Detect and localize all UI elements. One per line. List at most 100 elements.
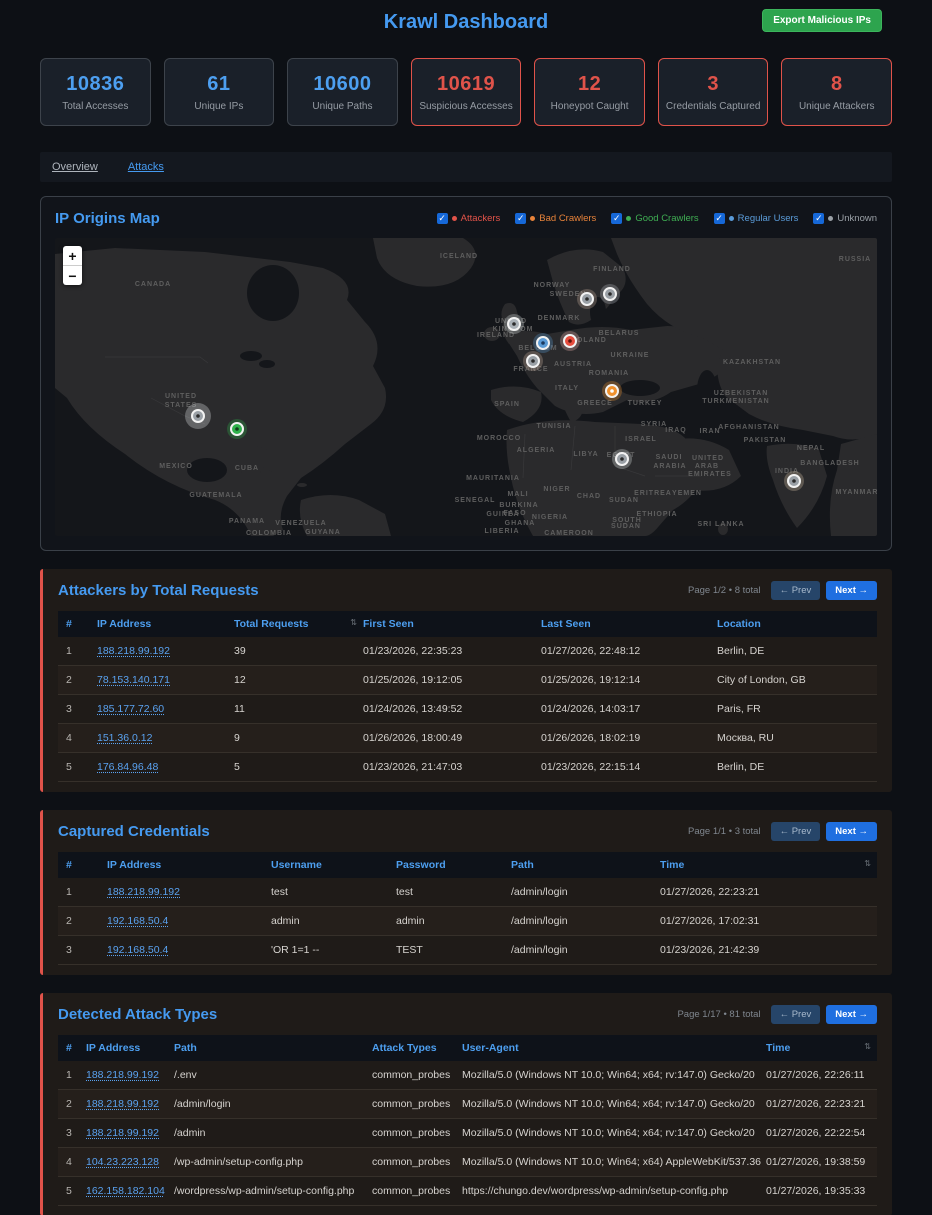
credentials-section: Captured Credentials Page 1/1 • 3 total … — [40, 810, 892, 975]
table-row: 4151.36.0.12901/26/2026, 18:00:4901/26/2… — [58, 724, 877, 753]
country-label: VENEZUELA — [275, 520, 326, 527]
prev-page-button[interactable]: ← Prev — [771, 822, 821, 841]
stat-card: 61Unique IPs — [164, 58, 275, 126]
map-marker[interactable] — [612, 449, 632, 469]
ip-address-link[interactable]: 192.168.50.4 — [107, 944, 168, 956]
map-marker[interactable] — [600, 284, 620, 304]
ip-address-link[interactable]: 176.84.96.48 — [97, 761, 158, 773]
export-malicious-ips-button[interactable]: Export Malicious IPs — [762, 9, 882, 32]
ip-address-link[interactable]: 185.177.72.60 — [97, 703, 164, 715]
table-cell: Mozilla/5.0 (Windows NT 10.0; Win64; x64… — [462, 1119, 766, 1147]
table-cell: 01/27/2026, 22:22:54 — [766, 1119, 877, 1147]
next-page-button[interactable]: Next → — [826, 1005, 877, 1024]
map-marker[interactable] — [602, 381, 622, 401]
next-page-button[interactable]: Next → — [826, 581, 877, 600]
column-header: Path — [174, 1035, 372, 1061]
column-header[interactable]: Time⇅ — [660, 852, 877, 878]
legend-checkbox[interactable]: ✓ — [437, 213, 448, 224]
tab-attacks[interactable]: Attacks — [128, 161, 164, 173]
ip-address-link[interactable]: 188.218.99.192 — [97, 645, 170, 657]
country-label: SRI LANKA — [697, 521, 744, 528]
prev-page-button[interactable]: ← Prev — [771, 1005, 821, 1024]
table-row: 2188.218.99.192/admin/logincommon_probes… — [58, 1090, 877, 1119]
ip-address-link[interactable]: 151.36.0.12 — [97, 732, 152, 744]
ip-address-link[interactable]: 192.168.50.4 — [107, 915, 168, 927]
map-marker[interactable] — [560, 331, 580, 351]
world-map[interactable]: CANADAUNITEDSTATESMEXICOCUBAGUATEMALAPAN… — [55, 238, 877, 536]
ip-address-link[interactable]: 162.158.182.104 — [86, 1185, 165, 1197]
table-cell: 104.23.223.128 — [86, 1148, 174, 1176]
column-header: # — [66, 1035, 86, 1061]
legend-label: Attackers — [461, 213, 501, 224]
legend-checkbox[interactable]: ✓ — [611, 213, 622, 224]
table-cell: 5 — [234, 753, 363, 781]
table-cell: 176.84.96.48 — [97, 753, 234, 781]
country-label: UKRAINE — [611, 352, 650, 359]
table-cell: /wp-admin/setup-config.php — [174, 1148, 372, 1176]
legend-checkbox[interactable]: ✓ — [813, 213, 824, 224]
ip-address-link[interactable]: 188.218.99.192 — [86, 1098, 159, 1110]
table-cell: 01/25/2026, 19:12:05 — [363, 666, 541, 694]
column-header-label: Path — [511, 859, 534, 871]
stat-label: Honeypot Caught — [551, 101, 629, 112]
legend-checkbox[interactable]: ✓ — [515, 213, 526, 224]
map-marker[interactable] — [784, 471, 804, 491]
column-header-label: User-Agent — [462, 1042, 519, 1054]
sort-icon[interactable]: ⇅ — [864, 859, 871, 868]
column-header: Last Seen — [541, 611, 717, 637]
legend-checkbox[interactable]: ✓ — [714, 213, 725, 224]
stat-value: 8 — [831, 73, 843, 96]
map-header: IP Origins Map ✓Attackers✓Bad Crawlers✓G… — [55, 210, 877, 227]
pagination: Page 1/2 • 8 total ← Prev Next → — [688, 581, 877, 600]
stat-label: Unique Attackers — [799, 101, 875, 112]
country-label: SENEGAL — [455, 497, 496, 504]
stat-card: 8 Unique Attackers — [781, 58, 892, 126]
ip-address-link[interactable]: 188.218.99.192 — [86, 1127, 159, 1139]
map-marker[interactable] — [523, 351, 543, 371]
sort-icon[interactable]: ⇅ — [350, 618, 357, 627]
map-marker[interactable] — [504, 314, 524, 334]
tab-overview[interactable]: Overview — [52, 161, 98, 173]
table-cell: common_probes — [372, 1119, 462, 1147]
table-cell: /admin/login — [511, 936, 660, 964]
zoom-out-button[interactable]: − — [63, 266, 82, 285]
stat-cards-row: 10836Total Accesses61Unique IPs10600Uniq… — [40, 58, 892, 126]
column-header-label: IP Address — [86, 1042, 140, 1054]
ip-address-link[interactable]: 188.218.99.192 — [107, 886, 180, 898]
table-cell: Berlin, DE — [717, 753, 877, 781]
map-marker[interactable] — [577, 289, 597, 309]
country-label: SYRIA — [641, 421, 667, 428]
zoom-in-button[interactable]: + — [63, 246, 82, 266]
table-cell: 185.177.72.60 — [97, 695, 234, 723]
map-marker[interactable] — [227, 419, 247, 439]
table-cell: 188.218.99.192 — [107, 878, 271, 906]
column-header-label: # — [66, 618, 72, 630]
row-index-cell: 5 — [66, 753, 97, 781]
table-cell: common_probes — [372, 1177, 462, 1205]
table-cell: TEST — [396, 936, 511, 964]
column-header[interactable]: Total Requests⇅ — [234, 611, 363, 637]
country-label: IRAQ — [665, 427, 687, 434]
ip-address-link[interactable]: 78.153.140.171 — [97, 674, 170, 686]
map-marker[interactable] — [185, 403, 211, 429]
sort-icon[interactable]: ⇅ — [864, 1042, 871, 1051]
column-header[interactable]: Time⇅ — [766, 1035, 877, 1061]
table-row: 5162.158.182.104/wordpress/wp-admin/setu… — [58, 1177, 877, 1206]
country-label: ERITREA — [634, 490, 672, 497]
country-label: BURKINA — [499, 502, 538, 509]
map-marker[interactable] — [533, 333, 553, 353]
ip-address-link[interactable]: 188.218.99.192 — [86, 1069, 159, 1081]
prev-page-button[interactable]: ← Prev — [771, 581, 821, 600]
table-row: 5176.84.96.48501/23/2026, 21:47:0301/23/… — [58, 753, 877, 782]
table-row: 3188.218.99.192/admincommon_probesMozill… — [58, 1119, 877, 1148]
country-label: RUSSIA — [839, 256, 871, 263]
country-label: NEPAL — [797, 445, 825, 452]
ip-address-link[interactable]: 104.23.223.128 — [86, 1156, 159, 1168]
table-cell: Berlin, DE — [717, 637, 877, 665]
column-header-label: Last Seen — [541, 618, 591, 630]
table-cell: 39 — [234, 637, 363, 665]
column-header-label: Password — [396, 859, 446, 871]
table-cell: Mozilla/5.0 (Windows NT 10.0; Win64; x64… — [462, 1148, 766, 1176]
next-page-button[interactable]: Next → — [826, 822, 877, 841]
country-label: NORWAY — [534, 282, 571, 289]
